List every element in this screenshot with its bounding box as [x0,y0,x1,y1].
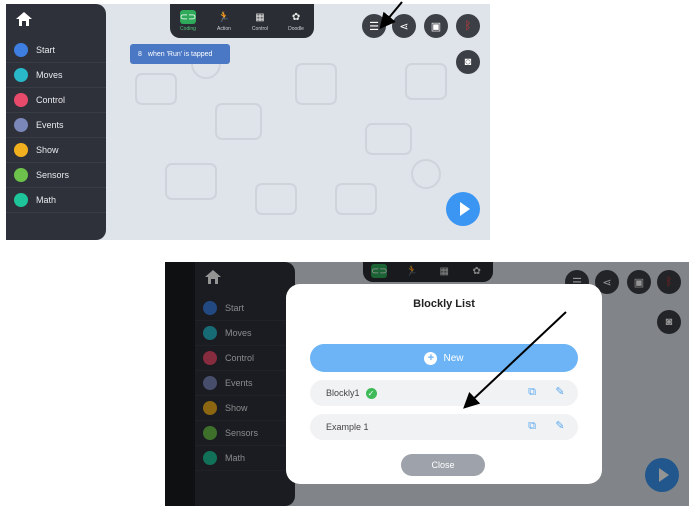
tab-label: Control [251,26,269,32]
events-icon [14,118,28,132]
robot-button[interactable]: ◙ [456,50,480,74]
control-icon [14,93,28,107]
category-label: Control [36,95,66,105]
bluetooth-icon: ᛒ [464,20,472,32]
category-list: Start Moves Control Events Show Sensors Math [6,38,106,213]
category-item[interactable]: Start [6,38,106,63]
when-run-tapped-block[interactable]: 8 when 'Run' is tapped [130,44,230,64]
coding-icon: ⊂⊃ [179,10,197,24]
doodle-icon: ✿ [291,11,301,23]
blockly-list-dialog: Blockly List + New Blockly1 ✓ ⧉ ✎ Exampl… [286,284,602,484]
category-label: Show [36,145,59,155]
tab-label: Coding [180,26,196,32]
category-item[interactable]: Moves [6,63,106,88]
tab-action[interactable]: 🏃 Action [216,10,232,33]
math-icon [14,193,28,207]
category-label: Sensors [36,170,70,180]
category-item[interactable]: Math [6,188,106,213]
list-item-name: Blockly1 [326,388,360,398]
start-icon [14,43,28,57]
category-sidebar: Start Moves Control Events Show Sensors Math [6,4,106,240]
blockly-list-button[interactable]: ☰ [362,14,386,38]
home-icon[interactable] [16,12,32,26]
bluetooth-button[interactable]: ᛒ [456,14,480,38]
edit-icon[interactable]: ✎ [554,420,566,432]
robot-icon: ◙ [464,56,472,68]
tab-label: Action [217,26,231,32]
category-label: Start [36,45,56,55]
copy-icon[interactable]: ⧉ [526,420,538,432]
editor-screenshot-top: Start Moves Control Events Show Sensors Math ⊂… [6,4,490,240]
copy-icon[interactable]: ⧉ [526,386,538,398]
editor-screenshot-bottom: Start Moves Control Events Show Sensors Math ⊂… [165,262,689,506]
tab-label: Doodle [288,26,304,32]
edit-icon[interactable]: ✎ [554,386,566,398]
list-item[interactable]: Example 1 ⧉ ✎ [310,414,578,440]
category-label: Moves [36,70,63,80]
mode-tab-bar: ⊂⊃ Coding 🏃 Action ▦ Control ✿ Doodle [170,4,314,38]
plus-icon: + [424,351,438,365]
show-icon [14,143,28,157]
sensors-icon [14,168,28,182]
category-item[interactable]: Events [6,113,106,138]
share-button[interactable]: ⋖ [392,14,416,38]
dialog-title: Blockly List [413,298,475,310]
list-item-name: Example 1 [326,422,369,432]
close-button[interactable]: Close [401,454,485,476]
tab-control[interactable]: ▦ Control [251,10,269,33]
tab-coding[interactable]: ⊂⊃ Coding [180,10,196,32]
save-button[interactable]: ▣ [424,14,448,38]
list-icon: ☰ [369,20,379,33]
new-blockly-button[interactable]: + New [310,344,578,372]
hat-icon: 8 [138,50,142,58]
share-icon: ⋖ [399,20,409,33]
action-icon: 🏃 [217,11,231,23]
category-label: Math [36,195,57,205]
save-icon: ▣ [430,20,442,33]
block-label: when 'Run' is tapped [147,50,213,58]
run-button[interactable] [446,192,480,226]
moves-icon [14,68,28,82]
list-item[interactable]: Blockly1 ✓ ⧉ ✎ [310,380,578,406]
category-item[interactable]: Control [6,88,106,113]
new-label: New [443,352,464,364]
gamepad-icon: ▦ [255,11,265,23]
check-icon: ✓ [365,387,377,399]
category-label: Events [36,120,64,130]
category-item[interactable]: Sensors [6,163,106,188]
tab-doodle[interactable]: ✿ Doodle [288,10,304,33]
category-item[interactable]: Show [6,138,106,163]
